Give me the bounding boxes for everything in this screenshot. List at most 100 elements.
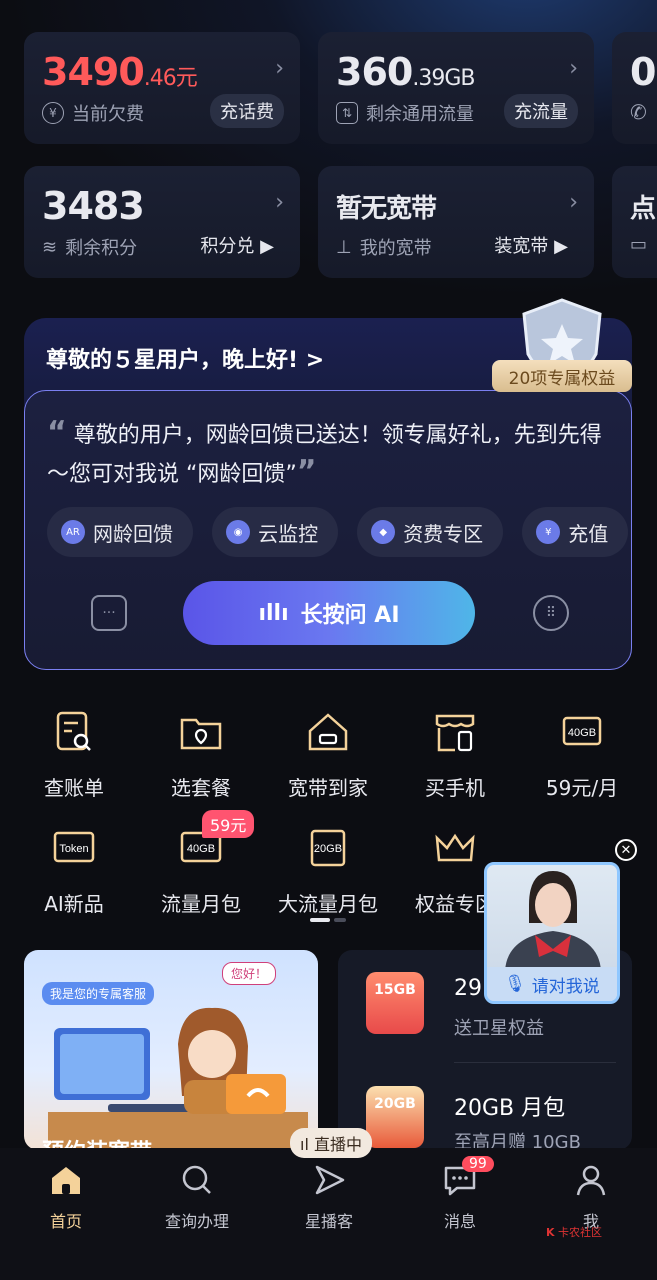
price-tag-badge: 59元 [202,810,255,838]
bill-amount: 3490.46元 [42,50,198,94]
phone-shop-icon [433,710,477,754]
grid-bill[interactable]: 查账单 [14,710,134,801]
crown-icon [433,826,477,870]
chip-cloud-monitor[interactable]: ◉ 云监控 [212,507,339,557]
svg-text:40GB: 40GB [568,727,596,739]
page-indicator [310,918,346,922]
bottom-tab-bar: 首页 查询办理 星播客 消息 我 [0,1148,657,1280]
tab-label: 星播客 [304,1212,353,1231]
ar-icon: AR [61,520,85,544]
home-broadband-icon [306,710,350,754]
rights-badge[interactable]: 20项专属权益 [492,360,632,392]
grid-label: AI新品 [44,892,104,916]
assistant-caption[interactable]: 🎙 请对我说 [487,967,617,1001]
user-icon [576,1165,606,1196]
bill-label: ¥ 当前欠费 [42,100,144,126]
grid-label: 宽带到家 [288,776,368,800]
customer-service-illustration [48,1007,308,1150]
install-broadband-button[interactable]: 装宽带 ▶ [484,228,578,262]
tab-home[interactable]: 首页 [11,1164,121,1232]
yuan-icon: ¥ [42,102,64,124]
recharge-button[interactable]: 充话费 [210,94,284,128]
chevron-right-icon: › [275,56,284,81]
tab-query[interactable]: 查询办理 [142,1164,252,1232]
15gb-gift-icon: 15GB [366,972,424,1034]
virtual-assistant-widget[interactable]: 🎙 请对我说 [484,862,620,1004]
grid-label: 大流量月包 [278,892,378,916]
grid-buy-phone[interactable]: 买手机 [395,710,515,801]
promo-item-title: 29 [454,976,482,1001]
tab-me[interactable]: 我 [536,1164,646,1232]
watermark-logo: K 卡农社区 [546,1226,603,1239]
40gb-icon: 40GB [560,710,604,754]
redeem-points-button[interactable]: 积分兑 ▶ [190,228,284,262]
data-label: ⇅ 剩余通用流量 [336,100,474,126]
recharge-icon: ¥ [536,520,561,544]
diamond-icon: ◆ [371,520,396,544]
home-icon [52,1167,80,1194]
svg-text:40GB: 40GB [187,843,215,855]
chip-network-age[interactable]: AR 网龄回馈 [47,507,193,557]
message-count-badge: 99 [462,1156,494,1172]
voice-wave-icon: ıllı [258,600,289,626]
grid-broadband[interactable]: 宽带到家 [268,710,388,801]
chevron-right-icon: › [569,56,578,81]
20gb-icon: 20GB [306,826,350,870]
ask-ai-button[interactable]: ıllı 长按问 AI [183,581,475,645]
ai-message-box: “ 尊敬的用户，网龄回馈已送达！领专属好礼，先到先得～您可对我说 “网龄回馈””… [24,390,632,670]
voice-amount: 0 [630,50,656,94]
cloud-camera-icon: ◉ [226,520,251,544]
data-icon: ⇅ [336,102,358,124]
assistant-avatar [505,871,601,971]
tab-messages[interactable]: 消息 [405,1164,515,1232]
grid-label: 查账单 [44,776,104,800]
points-card[interactable]: 3483 › ≋ 剩余积分 积分兑 ▶ [24,166,300,278]
live-bars-icon: ıl [300,1135,314,1154]
more-title: 点 [630,194,656,224]
broadband-title: 暂无宽带 [336,194,437,224]
points-amount: 3483 [42,184,145,228]
router-icon: ⊥ [336,236,352,258]
grid-ai-new[interactable]: Token AI新品 [14,826,134,917]
broadband-card[interactable]: 暂无宽带 › ⊥ 我的宽带 装宽带 ▶ [318,166,594,278]
keyboard-icon[interactable]: ⠿ [533,595,569,631]
svg-text:20GB: 20GB [314,843,342,855]
greeting-link[interactable]: 尊敬的５星用户，晚上好! > [46,342,324,374]
coins-icon: ≋ [42,236,58,258]
grid-data-pack[interactable]: 40GB 流量月包 [141,826,261,917]
grid-package[interactable]: 选套餐 [141,710,261,801]
data-amount: 360.39GB [336,50,475,94]
points-label: ≋ 剩余积分 [42,236,138,260]
grid-label: 59元/月 [545,776,619,800]
promo-item-sub: 至高月赠 10GB [454,1132,581,1150]
chip-tariff[interactable]: ◆ 资费专区 [357,507,504,557]
svg-text:Token: Token [59,843,88,855]
package-icon [179,710,223,754]
tab-label: 首页 [49,1212,82,1231]
promo-item-2[interactable]: 20GB 20GB 月包 至高月赠 10GB [338,1050,632,1150]
buy-data-button[interactable]: 充流量 [504,94,578,128]
grid-label: 流量月包 [161,892,241,916]
wallet-icon: ▭ [630,234,648,255]
grid-59-plan[interactable]: 40GB 59元/月 [522,710,642,801]
ai-chip-row: AR 网龄回馈 ◉ 云监控 ◆ 资费专区 ¥ 充值 [47,507,633,559]
promo-broadband-card[interactable]: 我是您的专属客服 您好！ 预约装宽带 [24,950,318,1150]
bill-search-icon [52,710,96,754]
grid-label: 买手机 [425,776,485,800]
tab-podcast[interactable]: 星播客 [274,1164,384,1232]
bill-card[interactable]: 3490.46元 › ¥ 当前欠费 充话费 [24,32,300,144]
promo-item-title: 20GB 月包 [454,1096,566,1121]
search-icon [182,1165,211,1194]
chevron-right-icon: › [569,190,578,215]
grid-big-data-pack[interactable]: 20GB 大流量月包 [268,826,388,917]
more-card[interactable]: 点 ▭ [612,166,657,278]
chip-recharge[interactable]: ¥ 充值 [522,507,629,557]
promo-hi: 您好！ [222,962,277,985]
broadband-label: ⊥ 我的宽带 [336,236,432,260]
chat-icon[interactable]: ··· [91,595,127,631]
data-card[interactable]: 360.39GB › ⇅ 剩余通用流量 充流量 [318,32,594,144]
close-icon[interactable]: ✕ [615,839,637,861]
live-badge[interactable]: ıl 直播中 [290,1128,372,1158]
voice-card[interactable]: 0 ✆ [612,32,657,144]
ai-message: “ 尊敬的用户，网龄回馈已送达！领专属好礼，先到先得～您可对我说 “网龄回馈”” [47,415,602,489]
